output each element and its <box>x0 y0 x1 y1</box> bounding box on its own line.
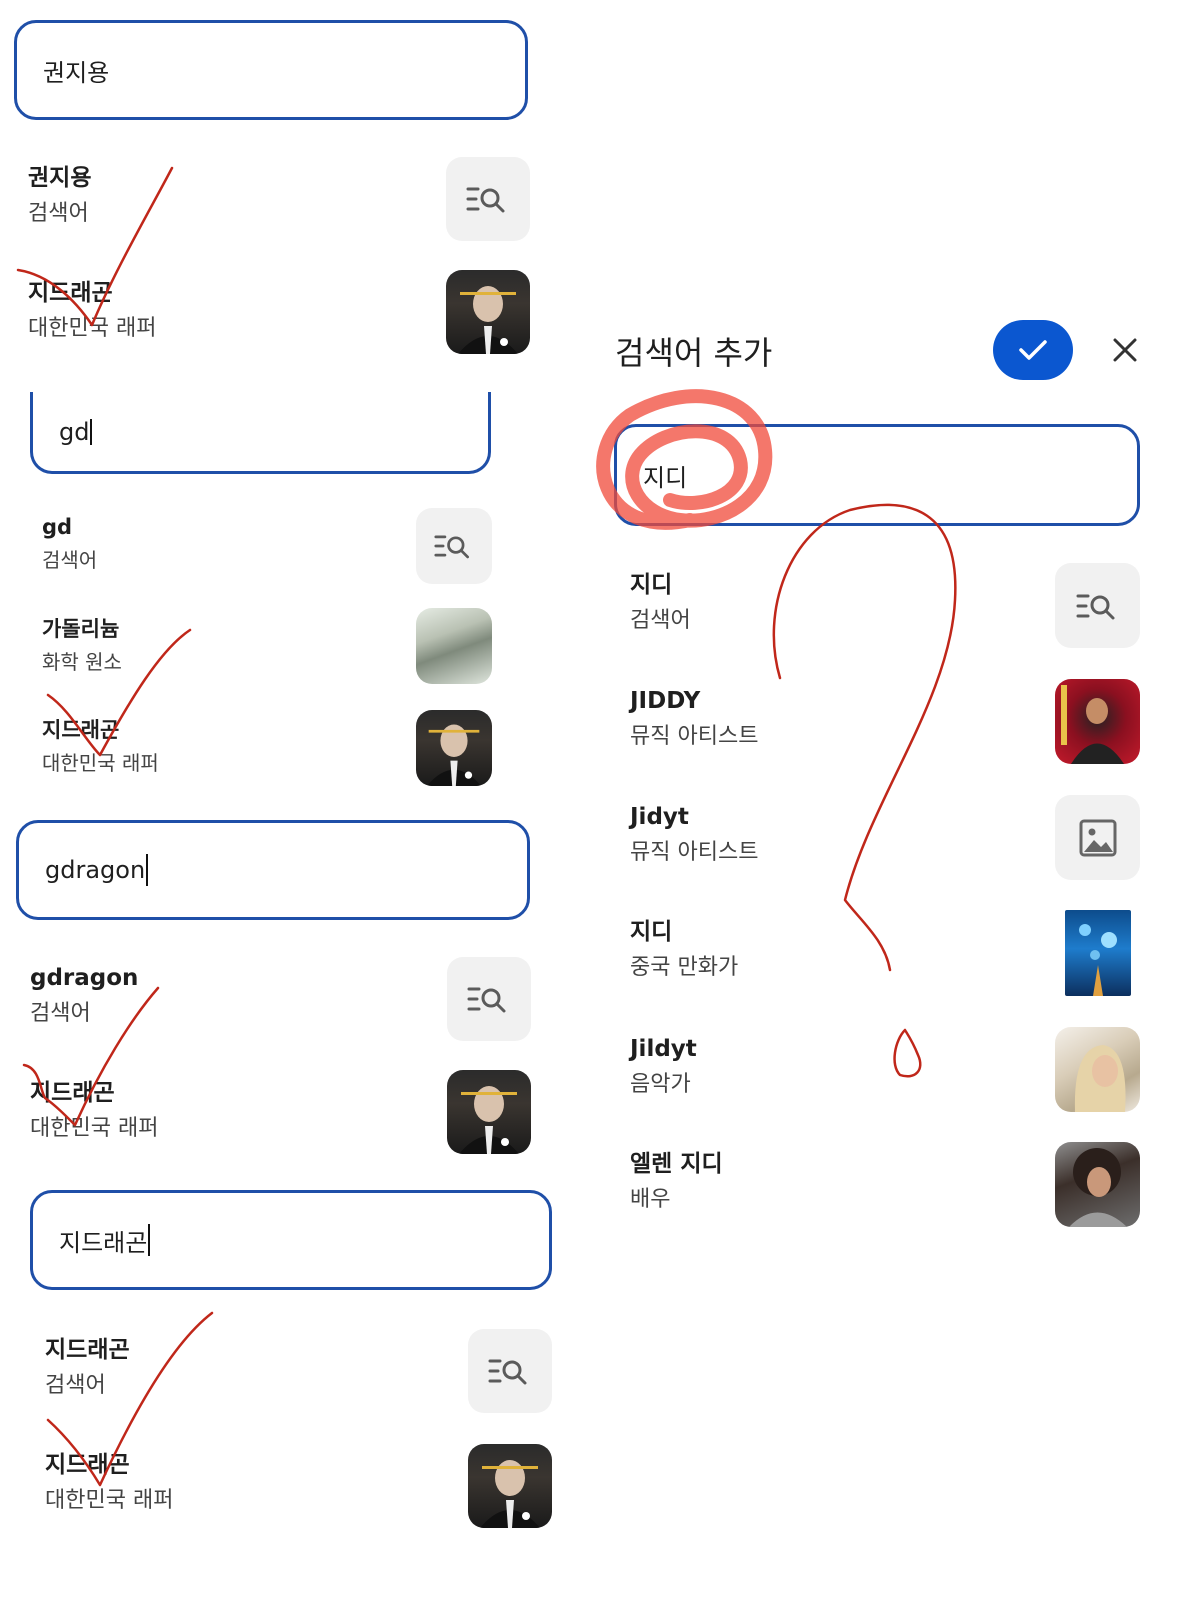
search-input-2[interactable]: gd <box>30 392 491 474</box>
search-list-icon[interactable] <box>446 157 530 241</box>
annotation-overlay <box>16 166 957 1487</box>
search-list-icon[interactable] <box>1055 563 1140 648</box>
result-subtitle: 화학 원소 <box>42 650 122 675</box>
result-item[interactable]: Jildyt 음악가 <box>630 1036 697 1098</box>
result-item[interactable]: JIDDY 뮤직 아티스트 <box>630 688 758 750</box>
search-input-1[interactable]: 권지용 <box>14 20 528 120</box>
text-cursor <box>146 854 149 886</box>
result-subtitle: 대한민국 래퍼 <box>28 315 157 341</box>
result-title: JIDDY <box>630 688 701 714</box>
question-mark-drawing <box>772 503 957 1078</box>
image-placeholder-icon <box>1055 795 1140 880</box>
result-title: 권지용 <box>28 165 92 191</box>
result-item[interactable]: 지드래곤 대한민국 래퍼 <box>28 280 156 342</box>
result-subtitle: 검색어 <box>28 200 89 226</box>
close-icon <box>1113 338 1137 362</box>
result-item[interactable]: 지디 중국 만화가 <box>630 919 738 981</box>
dialog-search-input[interactable]: 지디 <box>614 424 1140 526</box>
text-cursor <box>90 418 93 445</box>
search-list-icon[interactable] <box>447 957 531 1041</box>
check-icon <box>1019 340 1047 360</box>
result-title: Jidyt <box>630 804 689 830</box>
confirm-button[interactable] <box>993 320 1073 380</box>
result-subtitle: 검색어 <box>45 1372 106 1398</box>
result-title: 지디 <box>630 919 673 945</box>
result-thumbnail <box>1055 1027 1140 1112</box>
result-subtitle: 검색어 <box>630 607 691 633</box>
result-item[interactable]: 지드래곤 검색어 <box>45 1337 130 1399</box>
result-thumbnail <box>468 1444 552 1528</box>
result-item[interactable]: gdragon 검색어 <box>30 965 138 1027</box>
result-subtitle: 뮤직 아티스트 <box>630 839 759 865</box>
result-title: 지드래곤 <box>45 1337 130 1363</box>
search-input-value: 지드래곤 <box>59 1228 148 1257</box>
result-thumbnail <box>447 1070 531 1154</box>
result-title: 지디 <box>630 572 673 598</box>
search-input-value: gd <box>59 417 90 446</box>
search-input-3[interactable]: gdragon <box>16 820 530 920</box>
result-title: 지드래곤 <box>28 280 113 306</box>
result-subtitle: 대한민국 래퍼 <box>45 1487 174 1513</box>
result-item[interactable]: 지드래곤 대한민국 래퍼 <box>45 1452 173 1514</box>
result-title: Jildyt <box>630 1036 697 1062</box>
result-subtitle: 대한민국 래퍼 <box>42 751 159 776</box>
result-item[interactable]: gd 검색어 <box>42 515 97 572</box>
search-list-icon[interactable] <box>416 508 492 584</box>
result-title: gdragon <box>30 965 139 991</box>
search-input-value: 지디 <box>643 463 688 492</box>
search-list-icon[interactable] <box>468 1329 552 1413</box>
result-item[interactable]: 지디 검색어 <box>630 572 691 634</box>
text-cursor <box>148 1224 151 1256</box>
search-input-value: 권지용 <box>43 58 110 87</box>
result-subtitle: 검색어 <box>30 1000 91 1026</box>
result-title: 지드래곤 <box>42 718 120 742</box>
result-subtitle: 중국 만화가 <box>630 954 739 980</box>
result-subtitle: 배우 <box>630 1186 671 1212</box>
result-subtitle: 뮤직 아티스트 <box>630 723 759 749</box>
result-item[interactable]: 가돌리늄 화학 원소 <box>42 617 122 674</box>
result-item[interactable]: 권지용 검색어 <box>28 165 91 227</box>
result-thumbnail <box>1055 679 1140 764</box>
dialog-title: 검색어 추가 <box>615 334 773 372</box>
result-item[interactable]: 지드래곤 대한민국 래퍼 <box>42 718 159 775</box>
result-thumbnail <box>416 608 492 684</box>
result-subtitle: 대한민국 래퍼 <box>30 1115 159 1141</box>
result-title: 지드래곤 <box>30 1080 115 1106</box>
result-thumbnail <box>446 270 530 354</box>
result-thumbnail <box>1065 910 1131 996</box>
result-subtitle: 검색어 <box>42 548 98 573</box>
result-thumbnail <box>416 710 492 786</box>
result-item[interactable]: Jidyt 뮤직 아티스트 <box>630 804 758 866</box>
search-input-4[interactable]: 지드래곤 <box>30 1190 552 1290</box>
close-button[interactable] <box>1107 332 1143 368</box>
search-input-value: gdragon <box>45 856 146 884</box>
result-title: 지드래곤 <box>45 1452 130 1478</box>
result-title: 엘렌 지디 <box>630 1151 723 1177</box>
result-subtitle: 음악가 <box>630 1071 691 1097</box>
result-item[interactable]: 지드래곤 대한민국 래퍼 <box>30 1080 158 1142</box>
result-title: 가돌리늄 <box>42 617 120 641</box>
result-item[interactable]: 엘렌 지디 배우 <box>630 1151 723 1213</box>
result-title: gd <box>42 515 73 539</box>
result-thumbnail <box>1055 1142 1140 1227</box>
